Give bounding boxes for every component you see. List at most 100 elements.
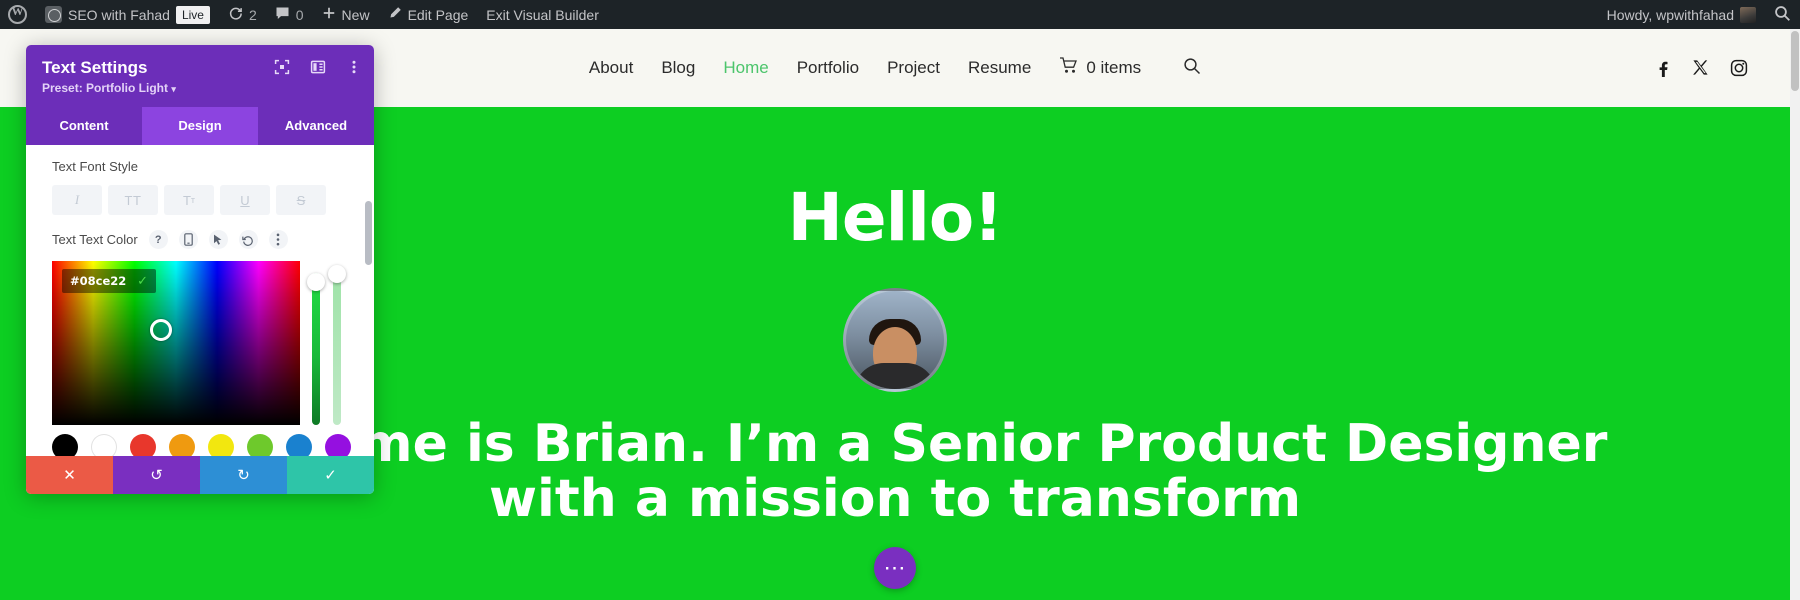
modal-body: Text Font Style I TT Tᴛ U S Text Text Co… — [26, 145, 374, 456]
adminbar-search-button[interactable] — [1765, 0, 1800, 29]
cart-count-label: 0 items — [1086, 58, 1142, 77]
uppercase-button[interactable]: TT — [108, 185, 158, 215]
edit-page-label: Edit Page — [407, 6, 469, 23]
avatar-body — [854, 363, 936, 389]
swatch-black[interactable] — [52, 434, 78, 456]
cancel-button[interactable]: ✕ — [26, 456, 113, 494]
font-style-buttons: I TT Tᴛ U S — [26, 174, 374, 215]
site-thumbnail-icon — [45, 6, 62, 23]
redo-button[interactable]: ↻ — [200, 456, 287, 494]
hex-value-field[interactable]: #08ce22 ✓ — [62, 269, 156, 293]
updates-count: 2 — [248, 6, 257, 23]
howdy-menu[interactable]: Howdy, wpwithfahad — [1598, 0, 1765, 29]
more-options-icon[interactable] — [268, 230, 288, 249]
wordpress-logo-icon — [8, 4, 27, 24]
tab-design[interactable]: Design — [142, 107, 258, 145]
hex-value-text: #08ce22 — [70, 274, 127, 288]
swatch-yellow[interactable] — [208, 434, 234, 456]
color-picker-handle[interactable] — [150, 319, 172, 341]
underline-button[interactable]: U — [220, 185, 270, 215]
text-color-label-row: Text Text Color ? — [26, 230, 374, 249]
opacity-slider[interactable] — [328, 265, 346, 425]
nav-item-resume[interactable]: Resume — [968, 58, 1031, 78]
swatch-green[interactable] — [247, 434, 273, 456]
wordpress-admin-bar: SEO with Fahad Live 2 0 New Edit Page Ex… — [0, 0, 1800, 29]
opacity-slider-knob[interactable] — [328, 265, 346, 283]
comment-bubble-icon — [275, 6, 290, 24]
strikethrough-button[interactable]: S — [276, 185, 326, 215]
italic-button[interactable]: I — [52, 185, 102, 215]
howdy-label: Howdy, wpwithfahad — [1606, 6, 1734, 23]
cart-link[interactable]: 0 items — [1059, 57, 1141, 79]
modal-footer: ✕ ↺ ↻ ✓ — [26, 456, 374, 494]
modal-header: Text Settings Preset: Portfolio Light ▾ — [26, 45, 374, 107]
facebook-icon[interactable] — [1654, 59, 1672, 77]
exit-visual-builder-button[interactable]: Exit Visual Builder — [477, 0, 608, 29]
help-icon[interactable]: ? — [148, 230, 168, 249]
hue-slider-knob[interactable] — [307, 273, 325, 291]
swatch-white[interactable] — [91, 434, 117, 456]
smallcaps-button[interactable]: Tᴛ — [164, 185, 214, 215]
saturation-gradient-area[interactable]: #08ce22 ✓ — [52, 261, 300, 425]
updates-menu[interactable]: 2 — [219, 0, 266, 29]
swatch-red[interactable] — [130, 434, 156, 456]
social-icon-group — [1654, 59, 1748, 77]
instagram-icon[interactable] — [1730, 59, 1748, 77]
scrollbar-thumb[interactable] — [1791, 31, 1799, 91]
nav-links: About Blog Home Portfolio Project Resume… — [589, 57, 1201, 80]
live-badge: Live — [175, 5, 210, 24]
modal-header-icons — [274, 59, 362, 75]
refresh-icon — [228, 6, 243, 24]
smallcaps-glyph: T — [182, 192, 191, 208]
color-swatch-row — [26, 425, 374, 456]
text-settings-modal: Text Settings Preset: Portfolio Light ▾ — [26, 45, 374, 494]
swatch-purple[interactable] — [325, 434, 351, 456]
checkmark-icon[interactable]: ✓ — [137, 273, 156, 289]
swatch-blue[interactable] — [286, 434, 312, 456]
profile-photo — [843, 288, 947, 392]
nav-search-icon[interactable] — [1183, 57, 1201, 80]
site-name-label: SEO with Fahad — [68, 6, 170, 23]
nav-item-project[interactable]: Project — [887, 58, 940, 78]
hue-slider[interactable] — [307, 273, 325, 425]
color-picker[interactable]: #08ce22 ✓ — [52, 261, 346, 425]
plus-icon — [322, 6, 336, 23]
search-icon — [1774, 5, 1791, 25]
comments-count: 0 — [295, 6, 304, 23]
tab-content[interactable]: Content — [26, 107, 142, 145]
more-options-icon[interactable]: ⋯ — [874, 547, 916, 589]
preset-selector[interactable]: Preset: Portfolio Light ▾ — [42, 81, 358, 95]
smallcaps-sub-glyph: ᴛ — [190, 195, 196, 205]
wordpress-logo-menu[interactable] — [0, 0, 36, 29]
nav-item-portfolio[interactable]: Portfolio — [797, 58, 859, 78]
layout-columns-icon[interactable] — [310, 59, 326, 75]
site-name-menu[interactable]: SEO with Fahad Live — [36, 0, 219, 29]
chevron-down-icon: ▾ — [171, 84, 176, 94]
user-avatar — [1740, 6, 1756, 23]
text-color-label: Text Text Color — [52, 232, 138, 247]
page-scrollbar[interactable] — [1790, 29, 1800, 600]
preset-label: Preset: Portfolio Light — [42, 81, 168, 95]
modal-tabs: Content Design Advanced — [26, 107, 374, 145]
font-style-label: Text Font Style — [52, 159, 138, 174]
reset-undo-icon[interactable] — [238, 230, 258, 249]
nav-item-blog[interactable]: Blog — [661, 58, 695, 78]
responsive-phone-icon[interactable] — [178, 230, 198, 249]
pencil-icon — [388, 6, 402, 23]
tab-advanced[interactable]: Advanced — [258, 107, 374, 145]
comments-menu[interactable]: 0 — [266, 0, 313, 29]
new-label: New — [341, 6, 370, 23]
nav-item-about[interactable]: About — [589, 58, 633, 78]
swatch-orange[interactable] — [169, 434, 195, 456]
x-twitter-icon[interactable] — [1692, 59, 1710, 77]
new-content-menu[interactable]: New — [313, 0, 379, 29]
nav-item-home[interactable]: Home — [723, 58, 768, 78]
focus-target-icon[interactable] — [274, 59, 290, 75]
save-button[interactable]: ✓ — [287, 456, 374, 494]
shopping-cart-icon — [1059, 57, 1078, 79]
more-vertical-icon[interactable] — [346, 59, 362, 75]
undo-button[interactable]: ↺ — [113, 456, 200, 494]
hover-cursor-icon[interactable] — [208, 230, 228, 249]
panel-scrollbar-thumb[interactable] — [365, 201, 372, 265]
edit-page-menu[interactable]: Edit Page — [379, 0, 478, 29]
